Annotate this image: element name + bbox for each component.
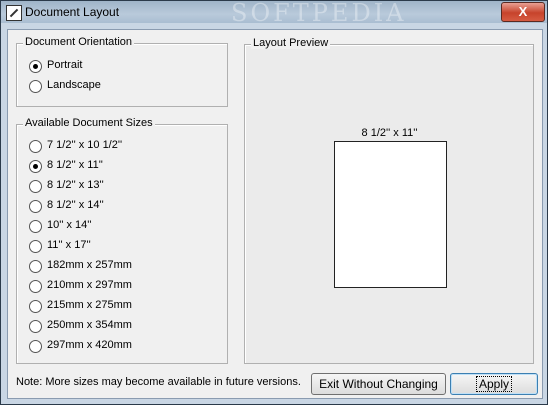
document-size-option[interactable]: 182mm x 257mm <box>29 258 219 274</box>
softpedia-watermark: SOFTPEDIA <box>231 0 407 27</box>
layout-preview-group: Layout Preview 8 1/2'' x 11'' <box>244 37 534 364</box>
title-bar[interactable]: Document Layout SOFTPEDIA X <box>1 0 547 27</box>
document-size-radio[interactable] <box>29 240 42 253</box>
document-size-radio[interactable] <box>29 280 42 293</box>
orientation-radio[interactable] <box>29 80 42 93</box>
document-size-radio[interactable] <box>29 300 42 313</box>
document-size-label: 8 1/2'' x 14'' <box>47 199 104 211</box>
document-size-radio[interactable] <box>29 160 42 173</box>
orientation-label: Portrait <box>47 59 83 71</box>
document-size-option[interactable]: 215mm x 275mm <box>29 298 219 314</box>
document-size-label: 10'' x 14'' <box>47 219 92 231</box>
document-size-radio[interactable] <box>29 320 42 333</box>
close-button[interactable]: X <box>501 2 545 22</box>
document-size-option[interactable]: 210mm x 297mm <box>29 278 219 294</box>
orientation-legend: Document Orientation <box>23 36 134 48</box>
document-size-label: 8 1/2'' x 13'' <box>47 179 104 191</box>
document-size-option[interactable]: 250mm x 354mm <box>29 318 219 334</box>
document-size-label: 250mm x 354mm <box>47 319 132 331</box>
document-layout-window: Document Layout SOFTPEDIA X Document Ori… <box>0 0 548 405</box>
document-size-radio[interactable] <box>29 340 42 353</box>
document-size-option[interactable]: 8 1/2'' x 14'' <box>29 198 219 214</box>
layout-preview-legend: Layout Preview <box>251 37 331 49</box>
document-size-radio[interactable] <box>29 140 42 153</box>
orientation-option[interactable]: Landscape <box>29 78 219 94</box>
document-size-label: 210mm x 297mm <box>47 279 132 291</box>
orientation-group: Document Orientation Portrait Landscape <box>16 36 228 107</box>
document-size-option[interactable]: 11'' x 17'' <box>29 238 219 254</box>
document-size-option[interactable]: 297mm x 420mm <box>29 338 219 354</box>
dialog-client-area: Document Orientation Portrait Landscape A… <box>7 29 543 399</box>
document-size-option[interactable]: 8 1/2'' x 11'' <box>29 158 219 174</box>
paper-preview <box>334 141 447 288</box>
apply-button-label: Apply <box>475 376 513 392</box>
document-size-option[interactable]: 8 1/2'' x 13'' <box>29 178 219 194</box>
apply-button[interactable]: Apply <box>450 373 538 395</box>
document-size-radio[interactable] <box>29 200 42 213</box>
document-size-label: 7 1/2'' x 10 1/2'' <box>47 139 123 151</box>
orientation-label: Landscape <box>47 79 101 91</box>
document-size-label: 11'' x 17'' <box>47 239 91 251</box>
footer-note: Note: More sizes may become available in… <box>16 376 301 388</box>
exit-without-changing-button[interactable]: Exit Without Changing <box>311 373 446 395</box>
exit-button-label: Exit Without Changing <box>319 377 438 391</box>
window-title: Document Layout <box>25 5 120 19</box>
document-layout-icon <box>6 5 22 21</box>
document-size-label: 297mm x 420mm <box>47 339 132 351</box>
document-size-option[interactable]: 7 1/2'' x 10 1/2'' <box>29 138 219 154</box>
orientation-option[interactable]: Portrait <box>29 58 219 74</box>
document-size-option[interactable]: 10'' x 14'' <box>29 218 219 234</box>
document-size-label: 182mm x 257mm <box>47 259 132 271</box>
paper-size-label: 8 1/2'' x 11'' <box>361 127 418 139</box>
document-sizes-legend: Available Document Sizes <box>23 117 155 129</box>
document-sizes-group: Available Document Sizes 7 1/2'' x 10 1/… <box>16 117 228 364</box>
document-size-radio[interactable] <box>29 220 42 233</box>
document-size-radio[interactable] <box>29 260 42 273</box>
document-size-label: 215mm x 275mm <box>47 299 132 311</box>
document-size-radio[interactable] <box>29 180 42 193</box>
document-size-label: 8 1/2'' x 11'' <box>47 159 103 171</box>
orientation-radio[interactable] <box>29 60 42 73</box>
